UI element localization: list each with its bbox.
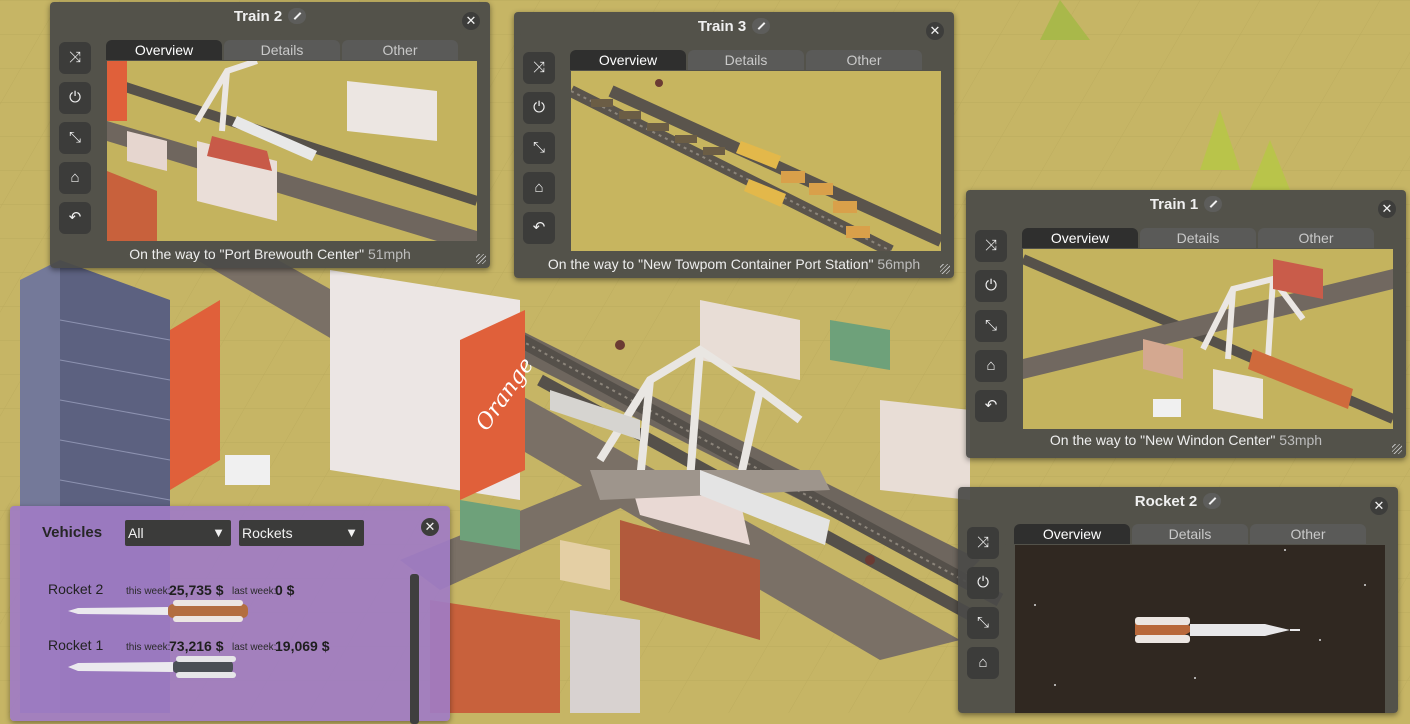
status-line: On the way to "New Windon Center" 53mph (966, 432, 1406, 448)
tab-details[interactable]: Details (224, 40, 340, 60)
status-line: On the way to "New Towpom Container Port… (514, 256, 954, 272)
resize-grip-icon[interactable] (1392, 444, 1402, 454)
camera-preview[interactable] (107, 61, 477, 241)
collapse-icon[interactable]: ⤡ (967, 607, 999, 639)
vehicle-window-rocket-2: Rocket 2 ✕ ⤨ ⏻ ⤡ ⌂ Overview Details Othe… (958, 487, 1398, 713)
window-title-text: Train 2 (233, 8, 283, 25)
depot-icon[interactable]: ⌂ (967, 647, 999, 679)
this-week-value: 25,735 $ (169, 582, 224, 598)
resize-grip-icon[interactable] (940, 264, 950, 274)
tab-other[interactable]: Other (806, 50, 922, 70)
window-title-text: Train 3 (697, 18, 747, 35)
power-icon[interactable]: ⏻ (967, 567, 999, 599)
side-toolbar: ⤨ ⏻ ⤡ ⌂ ↶ (523, 52, 555, 252)
camera-preview[interactable] (571, 71, 941, 251)
tab-overview[interactable]: Overview (1014, 524, 1130, 544)
tab-details[interactable]: Details (688, 50, 804, 70)
collapse-icon[interactable]: ⤡ (523, 132, 555, 164)
last-week-value: 0 $ (275, 582, 295, 598)
edit-icon[interactable] (752, 18, 771, 34)
tab-other[interactable]: Other (1250, 524, 1366, 544)
rocket-thumbnail (68, 656, 236, 678)
tab-other[interactable]: Other (1258, 228, 1374, 248)
tab-overview[interactable]: Overview (1022, 228, 1138, 248)
this-week-value: 73,216 $ (169, 638, 224, 654)
status-text: On the way to "New Windon Center" (1049, 432, 1276, 448)
undo-icon[interactable]: ↶ (59, 202, 91, 234)
chevron-down-icon: ▼ (345, 525, 358, 540)
undo-icon[interactable]: ↶ (523, 212, 555, 244)
side-toolbar: ⤨ ⏻ ⤡ ⌂ ↶ (59, 42, 91, 242)
close-button[interactable]: ✕ (926, 22, 944, 40)
undo-icon[interactable]: ↶ (975, 390, 1007, 422)
rocket-thumbnail (68, 600, 248, 622)
shuffle-icon[interactable]: ⤨ (967, 527, 999, 559)
status-text: On the way to "New Towpom Container Port… (547, 256, 874, 272)
filter-type-dropdown[interactable]: Rockets ▼ (239, 520, 364, 546)
status-text: On the way to "Port Brewouth Center" (129, 246, 365, 262)
tab-overview[interactable]: Overview (570, 50, 686, 70)
vehicle-name: Rocket 1 (48, 637, 104, 653)
shuffle-icon[interactable]: ⤨ (975, 230, 1007, 262)
filter-primary-value: All (128, 525, 144, 541)
tab-bar: Overview Details Other (1022, 228, 1374, 248)
tab-bar: Overview Details Other (106, 40, 458, 60)
tab-bar: Overview Details Other (570, 50, 922, 70)
vehicle-window-train-3: Train 3 ✕ ⤨ ⏻ ⤡ ⌂ ↶ Overview Details Oth… (514, 12, 954, 278)
window-title: Train 1 (966, 196, 1406, 213)
vehicles-panel: Vehicles All ▼ Rockets ▼ ✕ Rocket 2 this… (10, 506, 450, 724)
filter-type-value: Rockets (242, 525, 293, 541)
close-button[interactable]: ✕ (1378, 200, 1396, 218)
speed-readout: 53mph (1279, 432, 1323, 448)
this-week-label: this week: (126, 586, 171, 597)
window-title-text: Train 1 (1149, 196, 1199, 213)
list-scrollbar[interactable] (410, 574, 419, 724)
tab-details[interactable]: Details (1132, 524, 1248, 544)
power-icon[interactable]: ⏻ (975, 270, 1007, 302)
camera-preview[interactable] (1023, 249, 1393, 429)
this-week-label: this week: (126, 642, 171, 653)
camera-preview[interactable] (1015, 545, 1385, 713)
window-title: Train 2 (50, 8, 490, 25)
tab-bar: Overview Details Other (1014, 524, 1366, 544)
tab-details[interactable]: Details (1140, 228, 1256, 248)
collapse-icon[interactable]: ⤡ (59, 122, 91, 154)
last-week-label: last week: (232, 586, 277, 597)
chevron-down-icon: ▼ (212, 525, 225, 540)
vehicle-window-train-2: Train 2 ✕ ⤨ ⏻ ⤡ ⌂ ↶ Overview Details Oth… (50, 2, 490, 268)
tab-overview[interactable]: Overview (106, 40, 222, 60)
edit-icon[interactable] (1203, 493, 1222, 509)
depot-icon[interactable]: ⌂ (59, 162, 91, 194)
window-title-text: Rocket 2 (1134, 493, 1198, 510)
shuffle-icon[interactable]: ⤨ (523, 52, 555, 84)
window-title: Rocket 2 (958, 493, 1398, 510)
resize-grip-icon[interactable] (476, 254, 486, 264)
last-week-value: 19,069 $ (275, 638, 330, 654)
side-toolbar: ⤨ ⏻ ⤡ ⌂ (967, 527, 999, 687)
edit-icon[interactable] (288, 8, 307, 24)
edit-icon[interactable] (1204, 196, 1223, 212)
shuffle-icon[interactable]: ⤨ (59, 42, 91, 74)
speed-readout: 51mph (367, 246, 411, 262)
depot-icon[interactable]: ⌂ (523, 172, 555, 204)
power-icon[interactable]: ⏻ (523, 92, 555, 124)
vehicles-title: Vehicles (42, 524, 103, 541)
close-button[interactable]: ✕ (421, 518, 439, 536)
collapse-icon[interactable]: ⤡ (975, 310, 1007, 342)
last-week-label: last week: (232, 642, 277, 653)
vehicle-name: Rocket 2 (48, 581, 104, 597)
depot-icon[interactable]: ⌂ (975, 350, 1007, 382)
tab-other[interactable]: Other (342, 40, 458, 60)
speed-readout: 56mph (877, 256, 921, 272)
close-button[interactable]: ✕ (462, 12, 480, 30)
vehicle-window-train-1: Train 1 ✕ ⤨ ⏻ ⤡ ⌂ ↶ Overview Details Oth… (966, 190, 1406, 458)
status-line: On the way to "Port Brewouth Center" 51m… (50, 246, 490, 262)
filter-primary-dropdown[interactable]: All ▼ (125, 520, 231, 546)
window-title: Train 3 (514, 18, 954, 35)
side-toolbar: ⤨ ⏻ ⤡ ⌂ ↶ (975, 230, 1007, 430)
close-button[interactable]: ✕ (1370, 497, 1388, 515)
power-icon[interactable]: ⏻ (59, 82, 91, 114)
